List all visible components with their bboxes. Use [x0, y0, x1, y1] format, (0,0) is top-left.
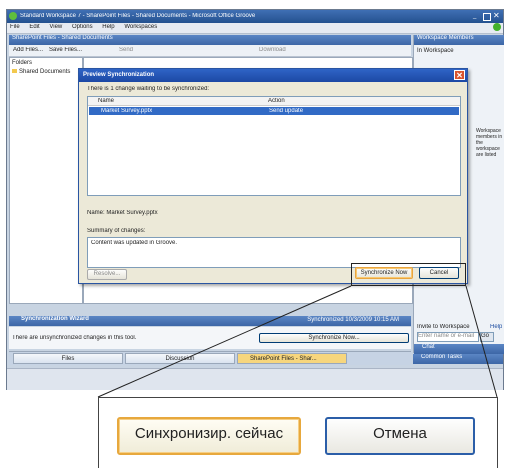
zoomed-sync-now-button[interactable]: Синхронизир. сейчас: [117, 417, 301, 455]
zoomed-cancel-button[interactable]: Отмена: [325, 417, 475, 455]
zoom-callout: Синхронизир. сейчас Отмена: [98, 397, 498, 468]
